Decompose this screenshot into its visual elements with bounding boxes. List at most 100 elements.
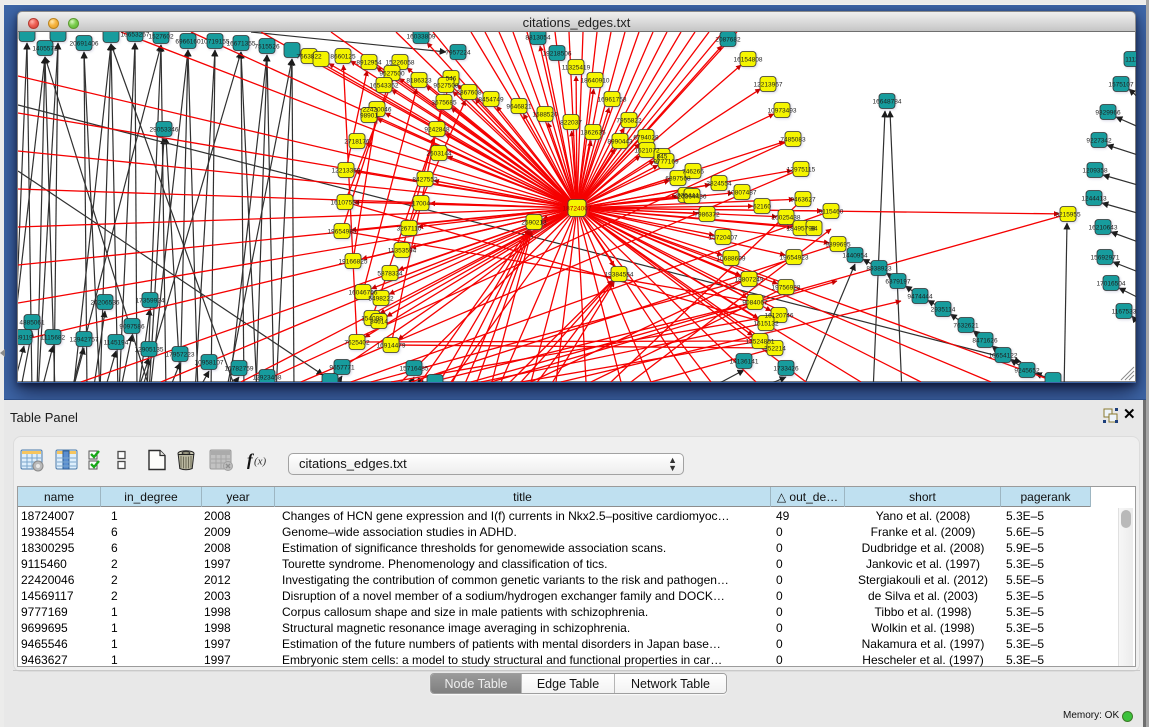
svg-text:9084067: 9084067 [742, 300, 768, 307]
svg-text:10653267: 10653267 [121, 32, 150, 39]
svg-text:1209358: 1209358 [1082, 168, 1108, 175]
svg-text:10688609: 10688609 [717, 256, 746, 263]
svg-text:16961758: 16961758 [598, 97, 627, 104]
svg-text:16543362: 16543362 [370, 83, 399, 90]
svg-text:39119: 39119 [18, 335, 33, 342]
svg-text:7515526: 7515526 [254, 44, 280, 51]
svg-text:2867608: 2867608 [456, 90, 482, 97]
svg-text:8912954: 8912954 [356, 60, 382, 67]
svg-text:9242848: 9242848 [424, 127, 450, 134]
svg-text:13524851: 13524851 [746, 339, 775, 346]
svg-text:19218506: 19218506 [543, 51, 572, 58]
svg-text:822037: 822037 [560, 120, 582, 127]
svg-text:9245652: 9245652 [1014, 368, 1040, 375]
svg-text:9097586: 9097586 [119, 324, 145, 331]
svg-text:29053346: 29053346 [150, 127, 179, 134]
svg-text:18724007: 18724007 [563, 206, 592, 213]
svg-text:19166825: 19166825 [339, 259, 368, 266]
svg-text:6794028: 6794028 [633, 135, 659, 142]
svg-text:7986372: 7986372 [694, 212, 720, 219]
svg-text:3267110: 3267110 [397, 226, 422, 233]
svg-text:16033809: 16033809 [407, 34, 436, 41]
svg-text:12905135: 12905135 [135, 347, 164, 354]
svg-text:6379197: 6379197 [885, 279, 911, 286]
svg-text:11325419: 11325419 [562, 65, 591, 72]
svg-text:9463627: 9463627 [790, 197, 816, 204]
svg-text:1440954: 1440954 [842, 253, 868, 260]
svg-text:15226058: 15226058 [386, 60, 415, 67]
svg-text:5878334: 5878334 [377, 271, 403, 278]
svg-text:18640910: 18640910 [581, 78, 610, 85]
svg-text:8186323: 8186323 [406, 78, 432, 85]
svg-text:9474444: 9474444 [907, 294, 933, 301]
svg-text:1112: 1112 [1125, 57, 1136, 64]
svg-text:9657771: 9657771 [329, 365, 355, 372]
svg-text:10654122: 10654122 [989, 353, 1018, 360]
svg-text:20206536: 20206536 [91, 300, 120, 307]
svg-text:10973493: 10973493 [768, 108, 797, 115]
svg-text:7632621: 7632621 [953, 323, 979, 330]
svg-text:3824554: 3824554 [706, 181, 732, 188]
svg-text:2935114: 2935114 [931, 307, 956, 314]
svg-text:19756928: 19756928 [772, 285, 801, 292]
svg-text:12942757: 12942757 [70, 337, 99, 344]
svg-text:9646821: 9646821 [506, 104, 532, 111]
svg-text:2603144: 2603144 [426, 151, 452, 158]
svg-text:8660125: 8660125 [330, 54, 356, 61]
svg-text:34614: 34614 [370, 319, 388, 326]
svg-text:16671355: 16671355 [227, 41, 256, 48]
svg-text:10719155: 10719155 [201, 39, 230, 46]
svg-text:4885061: 4885061 [19, 320, 45, 327]
svg-text:10025438: 10025438 [772, 215, 801, 222]
svg-text:9115460: 9115460 [819, 209, 844, 216]
svg-text:8990443: 8990443 [607, 139, 633, 146]
svg-text:12975115: 12975115 [787, 167, 816, 174]
svg-text:9627500: 9627500 [379, 71, 405, 78]
svg-text:7625402: 7625402 [344, 340, 370, 347]
svg-text:9227342: 9227342 [1086, 138, 1112, 145]
svg-text:6966160: 6966160 [175, 39, 201, 46]
svg-text:17957223: 17957223 [166, 352, 195, 359]
svg-text:16648784: 16648784 [873, 99, 902, 106]
svg-text:16120746: 16120746 [765, 313, 794, 320]
svg-text:19384554: 19384554 [605, 272, 634, 279]
svg-text:15692971: 15692971 [1091, 255, 1120, 262]
svg-text:1115682: 1115682 [41, 335, 66, 342]
svg-text:16782759: 16782759 [225, 366, 254, 373]
svg-text:2718176: 2718176 [344, 139, 370, 146]
svg-text:98901: 98901 [360, 113, 378, 120]
svg-text:2590213: 2590213 [521, 220, 547, 227]
svg-text:3675685: 3675685 [431, 100, 457, 107]
svg-text:11353594: 11353594 [388, 248, 417, 255]
svg-text:17004: 17004 [412, 201, 430, 208]
svg-text:1588520: 1588520 [532, 112, 558, 119]
svg-text:546: 546 [446, 76, 457, 83]
svg-text:3215955: 3215955 [1055, 212, 1081, 219]
svg-text:16914479: 16914479 [377, 343, 406, 350]
svg-text:6897568: 6897568 [665, 176, 691, 183]
svg-text:8427552: 8427552 [412, 177, 438, 184]
svg-text:1615132: 1615132 [753, 321, 779, 328]
svg-text:18807249: 18807249 [735, 277, 764, 284]
svg-text:8938923: 8938923 [866, 266, 892, 273]
svg-text:7485083: 7485083 [780, 137, 806, 144]
svg-text:14136141: 14136141 [730, 359, 759, 366]
svg-text:(x): (x) [254, 456, 267, 468]
svg-text:746266: 746266 [682, 169, 704, 176]
svg-text:5498222: 5498222 [368, 296, 394, 303]
svg-text:8454749: 8454749 [478, 97, 504, 104]
svg-text:1167533: 1167533 [1112, 309, 1136, 316]
svg-text:12923468: 12923468 [253, 375, 282, 382]
svg-text:16107553: 16107553 [331, 200, 360, 207]
svg-text:10958107: 10958107 [195, 360, 224, 367]
svg-text:10807487: 10807487 [728, 190, 757, 197]
svg-text:8813054: 8813054 [525, 35, 551, 42]
svg-text:62160: 62160 [753, 204, 771, 211]
svg-text:17359924: 17359924 [136, 298, 165, 305]
svg-text:2087682: 2087682 [715, 37, 741, 44]
svg-text:7663822: 7663822 [296, 54, 322, 61]
svg-text:15720407: 15720407 [709, 235, 738, 242]
svg-text:1244413: 1244413 [1081, 196, 1107, 203]
svg-text:9527508: 9527508 [433, 83, 459, 90]
svg-text:19654923: 19654923 [780, 255, 809, 262]
